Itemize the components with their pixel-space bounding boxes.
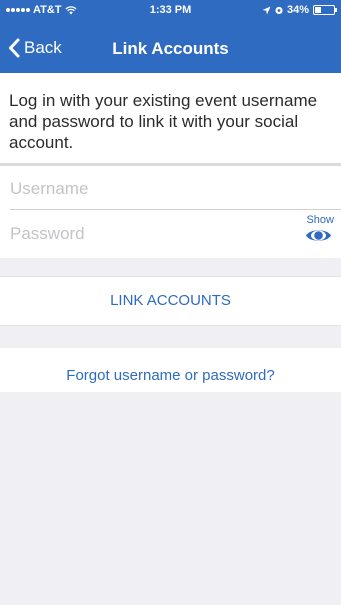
- back-button[interactable]: Back: [8, 38, 62, 58]
- intro-section: Log in with your existing event username…: [0, 73, 341, 163]
- spacer: [0, 326, 341, 348]
- alarm-icon: [275, 6, 283, 15]
- show-label: Show: [306, 214, 334, 226]
- link-accounts-button[interactable]: LINK ACCOUNTS: [0, 277, 341, 325]
- battery-percent: 34%: [286, 4, 309, 16]
- eye-icon: [306, 230, 331, 241]
- battery-icon: [313, 5, 337, 15]
- link-accounts-screen: AT&T 1:33 PM 34% Back Link Accounts Log …: [0, 0, 341, 605]
- forgot-credentials-link[interactable]: Forgot username or password?: [0, 348, 341, 392]
- status-bar: AT&T 1:33 PM 34%: [0, 0, 341, 20]
- show-password-toggle[interactable]: Show: [298, 214, 334, 248]
- field-divider: [10, 209, 341, 210]
- forgot-section: Forgot username or password?: [0, 348, 341, 392]
- empty-background: [0, 392, 341, 605]
- username-field[interactable]: [10, 169, 330, 209]
- app-header: AT&T 1:33 PM 34% Back Link Accounts: [0, 0, 341, 73]
- password-field[interactable]: [10, 214, 280, 254]
- link-accounts-section: LINK ACCOUNTS: [0, 276, 341, 326]
- login-form: Show: [0, 166, 341, 258]
- status-right: 34%: [262, 4, 337, 16]
- location-arrow-icon: [262, 6, 271, 14]
- chevron-left-icon: [9, 38, 20, 58]
- intro-text: Log in with your existing event username…: [9, 91, 318, 152]
- back-label: Back: [24, 38, 62, 57]
- spacer: [0, 258, 341, 276]
- navigation-bar: Back Link Accounts: [0, 26, 341, 70]
